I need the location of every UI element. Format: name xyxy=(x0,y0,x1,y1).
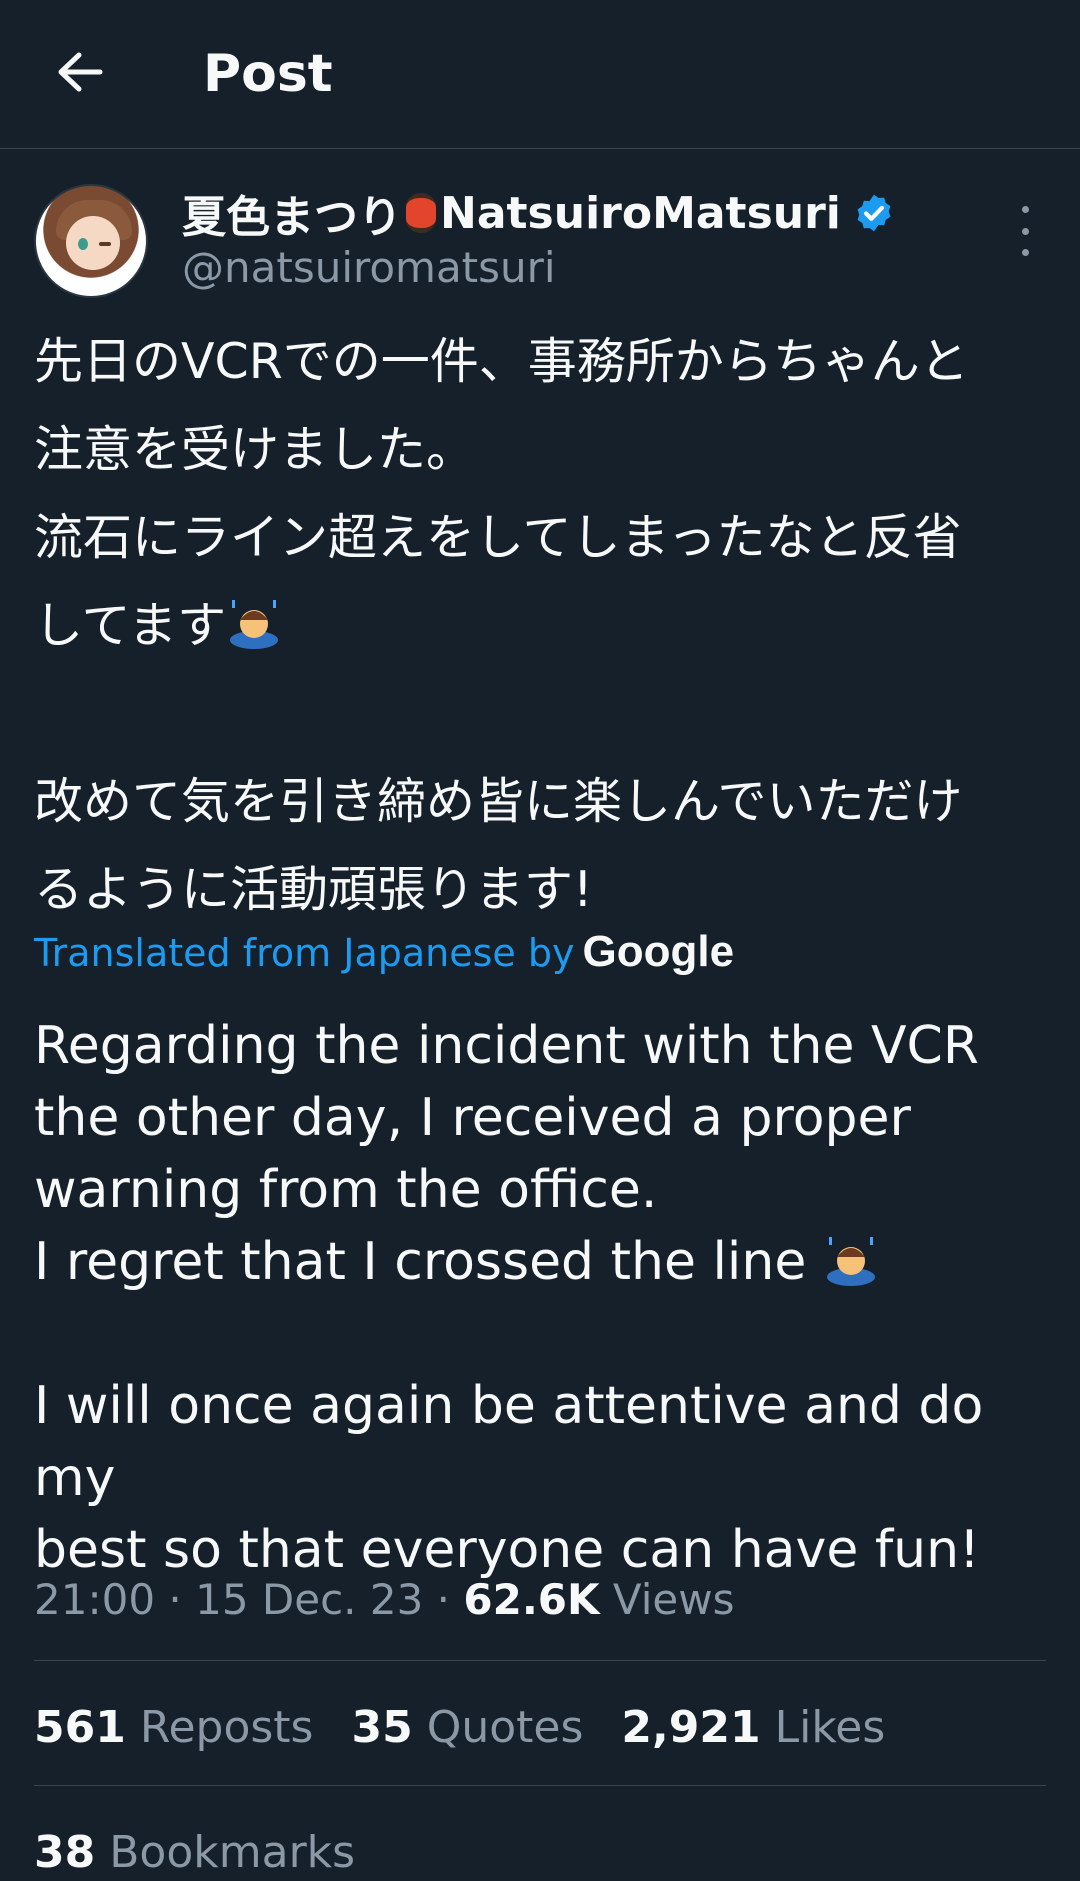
bookmarks-count: 38 xyxy=(34,1827,96,1878)
bookmarks-label: Bookmarks xyxy=(109,1827,356,1878)
person-bowing-emoji xyxy=(823,1231,879,1287)
likes-stat[interactable]: 2,921 Likes xyxy=(621,1700,885,1756)
top-app-bar: Post xyxy=(0,0,1080,149)
more-dot xyxy=(1021,249,1029,256)
avatar[interactable] xyxy=(34,184,148,298)
translated-label: Translated from Japanese by xyxy=(34,931,575,975)
google-logo: Google xyxy=(582,927,735,976)
likes-count: 2,921 xyxy=(621,1702,761,1753)
author-name[interactable]: 夏色まつり NatsuiroMatsuri xyxy=(182,185,895,243)
post-text-original: 先日のVCRでの一件、事務所からちゃんと 注意を受けました。 流石にライン超えを… xyxy=(34,318,1054,934)
more-dot xyxy=(1021,227,1029,235)
arrow-left-icon xyxy=(58,52,103,92)
avatar-wink xyxy=(99,242,111,246)
author-name-jp: 夏色まつり xyxy=(182,192,402,243)
post-text-translated: Regarding the incident with the VCR the … xyxy=(34,1010,1054,1586)
post-time: 21:00 xyxy=(34,1575,156,1624)
views-label: Views xyxy=(612,1575,735,1624)
author-name-en: NatsuiroMatsuri xyxy=(440,187,841,239)
post-text-jp-1: 先日のVCRでの一件、事務所からちゃんと 注意を受けました。 流石にライン超えを… xyxy=(34,333,969,654)
more-vertical-icon xyxy=(1021,206,1029,213)
post-text-jp-2: 改めて気を引き締め皆に楽しんでいただけ るように活動頑張ります! xyxy=(34,773,963,918)
bookmarks-stat[interactable]: 38 Bookmarks xyxy=(34,1825,355,1881)
divider xyxy=(34,1660,1046,1661)
page-title: Post xyxy=(203,44,333,104)
avatar-face xyxy=(66,216,120,270)
reposts-count: 561 xyxy=(34,1702,126,1753)
translation-attribution[interactable]: Translated from Japanese by Google xyxy=(34,925,734,980)
quotes-stat[interactable]: 35 Quotes xyxy=(351,1700,583,1756)
views-count[interactable]: 62.6K xyxy=(463,1575,599,1624)
quotes-count: 35 xyxy=(351,1702,413,1753)
post-metadata: 21:00 · 15 Dec. 23 · 62.6K Views xyxy=(34,1575,735,1624)
divider xyxy=(34,1785,1046,1786)
back-button[interactable] xyxy=(50,42,110,102)
author-handle[interactable]: @natsuiromatsuri xyxy=(182,242,556,294)
post-date: 15 Dec. 23 xyxy=(195,1575,424,1624)
likes-label: Likes xyxy=(774,1702,886,1753)
person-bowing-emoji xyxy=(226,590,282,649)
avatar-eye xyxy=(78,238,88,250)
more-options-button[interactable] xyxy=(1010,206,1040,256)
verified-badge-icon xyxy=(857,194,891,232)
reposts-label: Reposts xyxy=(139,1702,314,1753)
reposts-stat[interactable]: 561 Reposts xyxy=(34,1700,313,1756)
post-text-en-2: I will once again be attentive and do my… xyxy=(34,1376,984,1580)
red-lantern-emoji xyxy=(406,193,436,233)
engagement-stats: 561 Reposts 35 Quotes 2,921 Likes xyxy=(34,1700,885,1756)
quotes-label: Quotes xyxy=(426,1702,584,1753)
